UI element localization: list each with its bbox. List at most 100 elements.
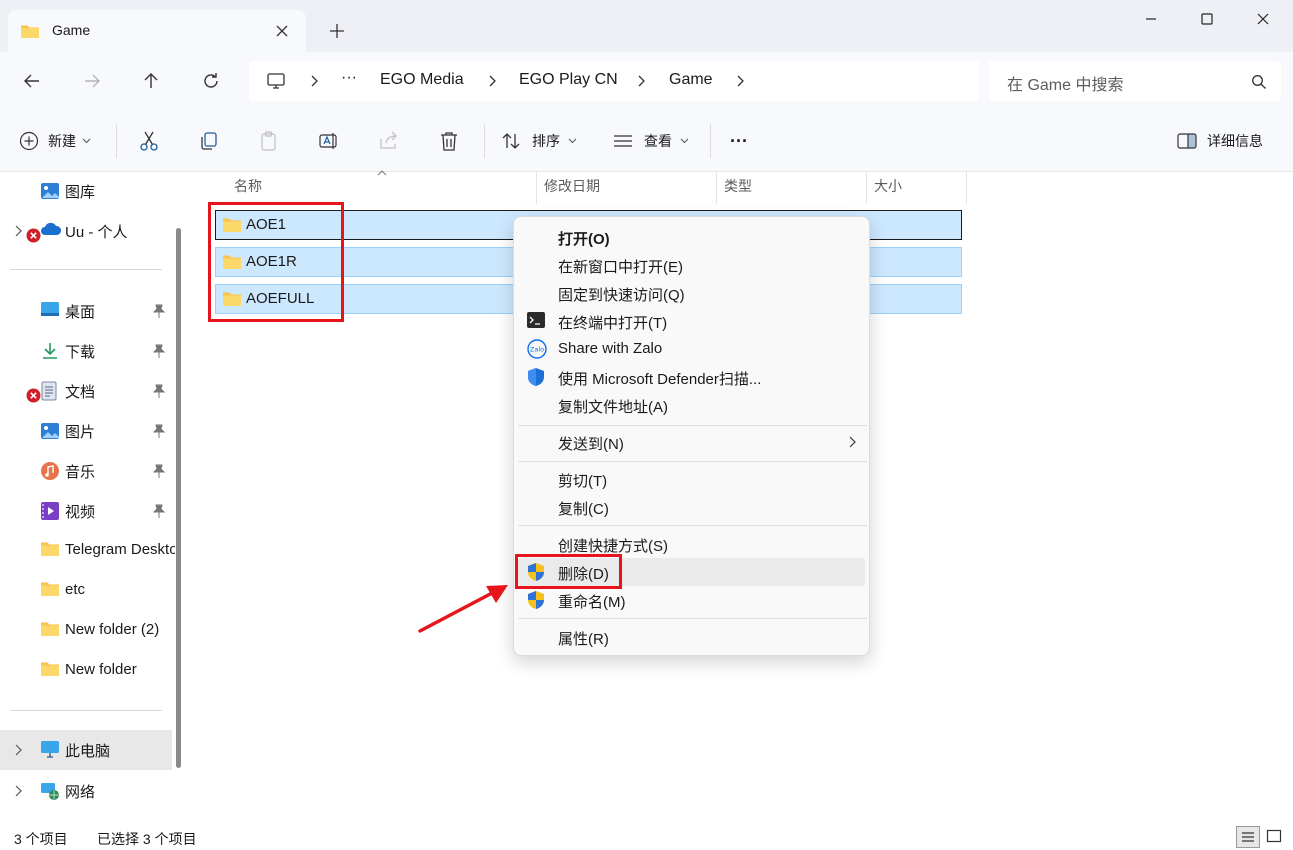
column-divider[interactable] — [536, 172, 537, 204]
sidebar-item-new-folder[interactable]: New folder — [0, 652, 172, 690]
menu-item-label: 重命名(M) — [558, 594, 626, 611]
menu-divider — [518, 618, 867, 619]
details-button[interactable]: 详细信息 — [1176, 126, 1263, 156]
zalo-icon-text: Zalo — [530, 346, 544, 354]
menu-item-open[interactable]: 打开(O) — [518, 223, 865, 251]
sidebar-item-new-folder-2[interactable]: New folder (2) — [0, 612, 172, 650]
menu-item-properties[interactable]: 属性(R) — [518, 623, 865, 651]
sidebar-item-gallery[interactable]: 图库 — [0, 172, 172, 210]
close-icon[interactable] — [272, 21, 292, 41]
pin-icon[interactable] — [153, 504, 165, 518]
music-icon — [40, 461, 60, 481]
breadcrumb-ellipsis[interactable]: ··· — [341, 69, 357, 87]
sidebar-item-label: etc — [65, 581, 86, 598]
chevron-down-icon — [680, 138, 689, 144]
pin-icon[interactable] — [153, 424, 165, 438]
column-divider[interactable] — [716, 172, 717, 204]
minimize-icon[interactable] — [1128, 4, 1174, 34]
column-header-size[interactable]: 大小 — [874, 176, 902, 196]
sidebar-item-videos[interactable]: 视频 — [0, 492, 172, 530]
window-close-icon[interactable] — [1240, 4, 1286, 34]
pin-icon[interactable] — [153, 304, 165, 318]
annotation-arrow — [418, 585, 508, 633]
search-icon[interactable] — [1251, 74, 1267, 90]
sidebar-item-music[interactable]: 音乐 — [0, 452, 172, 490]
chevron-right-icon[interactable] — [487, 75, 497, 87]
thumbnail-view-toggle[interactable] — [1266, 828, 1282, 844]
chevron-right-icon[interactable] — [636, 75, 646, 87]
folder-icon — [40, 661, 60, 677]
menu-item-open-new-window[interactable]: 在新窗口中打开(E) — [518, 251, 865, 279]
pin-icon[interactable] — [153, 464, 165, 478]
scissors-icon — [138, 130, 160, 152]
menu-item-send-to[interactable]: 发送到(N) — [518, 428, 865, 456]
sort-ascending-icon — [377, 170, 387, 176]
sidebar-scrollbar[interactable] — [176, 228, 181, 768]
chevron-right-icon[interactable] — [14, 785, 22, 797]
chevron-right-icon[interactable] — [735, 75, 745, 87]
view-button[interactable]: 查看 — [612, 126, 689, 156]
breadcrumb-game[interactable]: Game — [669, 71, 713, 89]
sidebar-item-label: 此电脑 — [65, 743, 111, 760]
breadcrumb-ego-media[interactable]: EGO Media — [380, 71, 464, 89]
menu-item-cut[interactable]: 剪切(T) — [518, 465, 865, 493]
maximize-icon[interactable] — [1184, 4, 1230, 34]
sidebar-item-etc[interactable]: etc — [0, 572, 172, 610]
menu-item-rename[interactable]: 重命名(M) — [518, 586, 865, 614]
chevron-right-icon[interactable] — [14, 225, 22, 237]
chevron-right-icon — [309, 75, 319, 87]
refresh-button[interactable] — [193, 63, 229, 99]
chevron-down-icon — [82, 138, 91, 144]
menu-item-label: 在新窗口中打开(E) — [558, 259, 683, 276]
menu-item-pin-quick-access[interactable]: 固定到快速访问(Q) — [518, 279, 865, 307]
sidebar-item-this-pc[interactable]: 此电脑 — [0, 730, 172, 770]
menu-item-copy-path[interactable]: 复制文件地址(A) — [518, 391, 865, 419]
sort-button[interactable]: 排序 — [500, 126, 577, 156]
sidebar-item-downloads[interactable]: 下载 — [0, 332, 172, 370]
column-header-name[interactable]: 名称 — [234, 176, 262, 196]
tab-title: Game — [52, 22, 91, 38]
search-box[interactable]: 在 Game 中搜索 — [989, 61, 1281, 101]
menu-item-open-in-terminal[interactable]: 在终端中打开(T) — [518, 307, 865, 335]
sidebar-item-network[interactable]: 网络 — [0, 772, 172, 810]
plus-circle-icon — [18, 130, 40, 152]
column-header-type[interactable]: 类型 — [724, 176, 752, 196]
gallery-icon — [40, 181, 60, 201]
sidebar-divider — [10, 269, 162, 270]
share-button[interactable] — [378, 126, 400, 156]
up-button[interactable] — [133, 63, 169, 99]
sidebar-item-label: Uu - 个人 — [65, 224, 128, 241]
column-divider[interactable] — [966, 172, 967, 204]
paste-button[interactable] — [258, 126, 280, 156]
pin-icon[interactable] — [153, 384, 165, 398]
menu-item-label: 属性(R) — [558, 631, 609, 648]
column-divider[interactable] — [866, 172, 867, 204]
menu-item-defender-scan[interactable]: 使用 Microsoft Defender扫描... — [518, 363, 865, 391]
search-placeholder[interactable]: 在 Game 中搜索 — [1007, 71, 1123, 95]
chevron-right-icon[interactable] — [14, 744, 22, 756]
forward-button[interactable] — [74, 63, 110, 99]
back-button[interactable] — [14, 63, 50, 99]
details-view-toggle[interactable] — [1236, 826, 1260, 848]
sidebar-item-desktop[interactable]: 桌面 — [0, 292, 172, 330]
delete-button[interactable] — [438, 126, 460, 156]
pin-icon[interactable] — [153, 344, 165, 358]
breadcrumb-ego-play-cn[interactable]: EGO Play CN — [519, 71, 618, 89]
new-tab-button[interactable] — [322, 16, 352, 46]
menu-item-share-zalo[interactable]: Zalo Share with Zalo — [518, 335, 865, 363]
sidebar-item-documents[interactable]: 文档 — [0, 372, 172, 410]
cut-button[interactable] — [138, 126, 160, 156]
tab-game[interactable]: Game — [8, 10, 306, 52]
new-button[interactable]: 新建 — [18, 126, 91, 156]
address-bar[interactable]: ··· EGO Media EGO Play CN Game — [249, 61, 979, 101]
more-button[interactable]: ··· — [730, 126, 748, 156]
sidebar-item-onedrive[interactable]: Uu - 个人 — [0, 212, 172, 250]
column-header-date[interactable]: 修改日期 — [544, 176, 600, 196]
sidebar-item-telegram[interactable]: Telegram Desktop — [0, 532, 175, 570]
menu-item-label: 剪切(T) — [558, 473, 608, 490]
menu-item-copy[interactable]: 复制(C) — [518, 493, 865, 521]
copy-button[interactable] — [198, 126, 220, 156]
sidebar-item-pictures[interactable]: 图片 — [0, 412, 172, 450]
document-icon — [40, 381, 58, 401]
rename-button[interactable] — [318, 126, 340, 156]
